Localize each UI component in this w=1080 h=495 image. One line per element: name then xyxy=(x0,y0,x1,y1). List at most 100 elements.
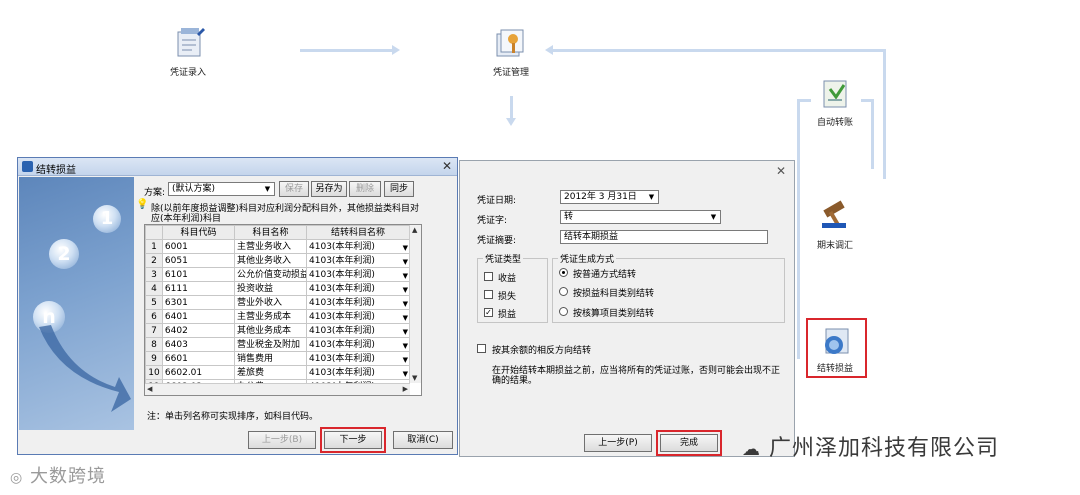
sync-button[interactable]: 同步 xyxy=(384,181,414,197)
target-account-cell-text: 4103(本年利润) xyxy=(309,325,375,336)
table-row[interactable]: 3 6101 公允价值变动损益 4103(本年利润) ▼ xyxy=(145,267,410,282)
account-name-cell-text: 公允价值变动损益 xyxy=(236,269,307,280)
chevron-down-icon[interactable]: ▼ xyxy=(403,284,408,295)
voucher-entry-icon[interactable] xyxy=(172,26,212,62)
account-code-cell[interactable]: 6601 xyxy=(161,351,235,366)
row-number: 8 xyxy=(145,337,163,352)
col-header-name[interactable]: 科目名称 xyxy=(233,225,308,240)
period-adjust-icon[interactable] xyxy=(818,197,858,233)
gen-by-account-radio[interactable] xyxy=(559,287,568,296)
voucher-manage-icon[interactable] xyxy=(493,26,533,62)
chevron-down-icon[interactable]: ▼ xyxy=(403,326,408,337)
gen-normal-radio[interactable] xyxy=(559,268,568,277)
type-income-checkbox[interactable] xyxy=(484,272,493,281)
back-prev-button[interactable]: 上一步(P) xyxy=(584,434,652,452)
voucher-word-select[interactable]: 转 ▼ xyxy=(560,210,721,224)
account-name-cell-text: 主营业务收入 xyxy=(236,241,291,252)
close-icon[interactable]: ✕ xyxy=(776,164,786,178)
save-button[interactable]: 保存 xyxy=(279,181,309,197)
account-code-cell[interactable]: 6401 xyxy=(161,309,235,324)
target-account-cell[interactable]: 4103(本年利润) ▼ xyxy=(306,253,410,268)
account-name-cell[interactable]: 差旅费 xyxy=(233,365,308,380)
watermark-left-text: 大数跨境 xyxy=(29,466,106,487)
table-row[interactable]: 9 6601 销售费用 4103(本年利润) ▼ xyxy=(145,351,410,366)
target-account-cell[interactable]: 4103(本年利润) ▼ xyxy=(306,267,410,282)
scroll-right-icon[interactable]: ▶ xyxy=(403,385,408,393)
voucher-date-picker[interactable]: 2012年 3 月31日 ▼ xyxy=(560,190,659,204)
account-name-cell[interactable]: 营业外收入 xyxy=(233,295,308,310)
account-code-cell[interactable]: 6111 xyxy=(161,281,235,296)
account-code-cell-text: 6403 xyxy=(164,339,188,350)
target-account-cell[interactable]: 4103(本年利润) ▼ xyxy=(306,365,410,380)
gen-by-item-label: 按核算项目类别结转 xyxy=(573,309,655,319)
target-account-cell[interactable]: 4103(本年利润) ▼ xyxy=(306,295,410,310)
table-row[interactable]: 5 6301 营业外收入 4103(本年利润) ▼ xyxy=(145,295,410,310)
chevron-down-icon[interactable]: ▼ xyxy=(403,270,408,281)
account-name-cell[interactable]: 其他业务收入 xyxy=(233,253,308,268)
table-row[interactable]: 7 6402 其他业务成本 4103(本年利润) ▼ xyxy=(145,323,410,338)
scheme-select[interactable]: (默认方案) ▼ xyxy=(168,182,275,196)
table-row[interactable]: 2 6051 其他业务收入 4103(本年利润) ▼ xyxy=(145,253,410,268)
type-pl-checkbox[interactable]: ✓ xyxy=(484,308,493,317)
row-number: 7 xyxy=(145,323,163,338)
save-as-button[interactable]: 另存为 xyxy=(311,181,347,197)
account-name-cell[interactable]: 主营业务收入 xyxy=(233,239,308,254)
account-name-cell[interactable]: 其他业务成本 xyxy=(233,323,308,338)
chevron-down-icon[interactable]: ▼ xyxy=(403,256,408,267)
account-name-cell[interactable]: 销售费用 xyxy=(233,351,308,366)
chevron-down-icon[interactable]: ▼ xyxy=(403,340,408,351)
voucher-type-title: 凭证类型 xyxy=(483,252,524,265)
target-account-cell[interactable]: 4103(本年利润) ▼ xyxy=(306,239,410,254)
target-account-cell[interactable]: 4103(本年利润) ▼ xyxy=(306,323,410,338)
table-row[interactable]: 10 6602.01 差旅费 4103(本年利润) ▼ xyxy=(145,365,410,380)
table-row[interactable]: 4 6111 投资收益 4103(本年利润) ▼ xyxy=(145,281,410,296)
close-icon[interactable]: ✕ xyxy=(442,159,452,173)
auto-transfer-icon[interactable] xyxy=(818,77,858,113)
target-account-cell-text: 4103(本年利润) xyxy=(309,353,375,364)
prev-step-button[interactable]: 上一步(B) xyxy=(248,431,316,449)
vertical-scrollbar[interactable]: ▲ ▼ xyxy=(409,225,421,383)
scroll-left-icon[interactable]: ◀ xyxy=(147,385,152,393)
table-row[interactable]: 6 6401 主营业务成本 4103(本年利润) ▼ xyxy=(145,309,410,324)
chevron-down-icon[interactable]: ▼ xyxy=(403,298,408,309)
account-code-cell[interactable]: 6001 xyxy=(161,239,235,254)
chevron-down-icon[interactable]: ▼ xyxy=(403,242,408,253)
table-row[interactable]: 8 6403 营业税金及附加 4103(本年利润) ▼ xyxy=(145,337,410,352)
finish-highlight xyxy=(656,430,722,456)
chevron-down-icon[interactable]: ▼ xyxy=(403,368,408,379)
scroll-up-icon[interactable]: ▲ xyxy=(412,226,417,234)
account-code-cell[interactable]: 6402 xyxy=(161,323,235,338)
chevron-down-icon[interactable]: ▼ xyxy=(646,192,657,202)
type-loss-checkbox[interactable] xyxy=(484,290,493,299)
row-number: 4 xyxy=(145,281,163,296)
account-code-cell[interactable]: 6301 xyxy=(161,295,235,310)
target-account-cell[interactable]: 4103(本年利润) ▼ xyxy=(306,309,410,324)
reverse-direction-checkbox[interactable] xyxy=(477,344,486,353)
account-code-cell[interactable]: 6403 xyxy=(161,337,235,352)
col-header-target[interactable]: 结转科目名称 xyxy=(306,225,410,240)
account-name-cell[interactable]: 主营业务成本 xyxy=(233,309,308,324)
col-header-code[interactable]: 科目代码 xyxy=(161,225,235,240)
target-account-cell[interactable]: 4103(本年利润) ▼ xyxy=(306,337,410,352)
account-name-cell[interactable]: 营业税金及附加 xyxy=(233,337,308,352)
cancel-button[interactable]: 取消(C) xyxy=(393,431,453,449)
gen-by-item-radio[interactable] xyxy=(559,307,568,316)
account-code-cell[interactable]: 6051 xyxy=(161,253,235,268)
target-account-cell[interactable]: 4103(本年利润) ▼ xyxy=(306,281,410,296)
scroll-down-icon[interactable]: ▼ xyxy=(412,374,417,382)
account-code-cell[interactable]: 6602.01 xyxy=(161,365,235,380)
table-row[interactable]: 1 6001 主营业务收入 4103(本年利润) ▼ xyxy=(145,239,410,254)
row-number: 6 xyxy=(145,309,163,324)
chevron-down-icon[interactable]: ▼ xyxy=(708,212,719,222)
chevron-down-icon[interactable]: ▼ xyxy=(262,184,273,194)
delete-button[interactable]: 删除 xyxy=(349,181,381,197)
account-name-cell[interactable]: 投资收益 xyxy=(233,281,308,296)
target-account-cell[interactable]: 4103(本年利润) ▼ xyxy=(306,351,410,366)
account-name-cell[interactable]: 公允价值变动损益 xyxy=(233,267,308,282)
chevron-down-icon[interactable]: ▼ xyxy=(403,312,408,323)
chevron-down-icon[interactable]: ▼ xyxy=(403,354,408,365)
voucher-summary-input[interactable]: 结转本期损益 xyxy=(560,230,768,244)
horizontal-scrollbar[interactable]: ◀ ▶ xyxy=(145,383,410,395)
account-code-cell-text: 6601 xyxy=(164,353,188,364)
account-code-cell[interactable]: 6101 xyxy=(161,267,235,282)
